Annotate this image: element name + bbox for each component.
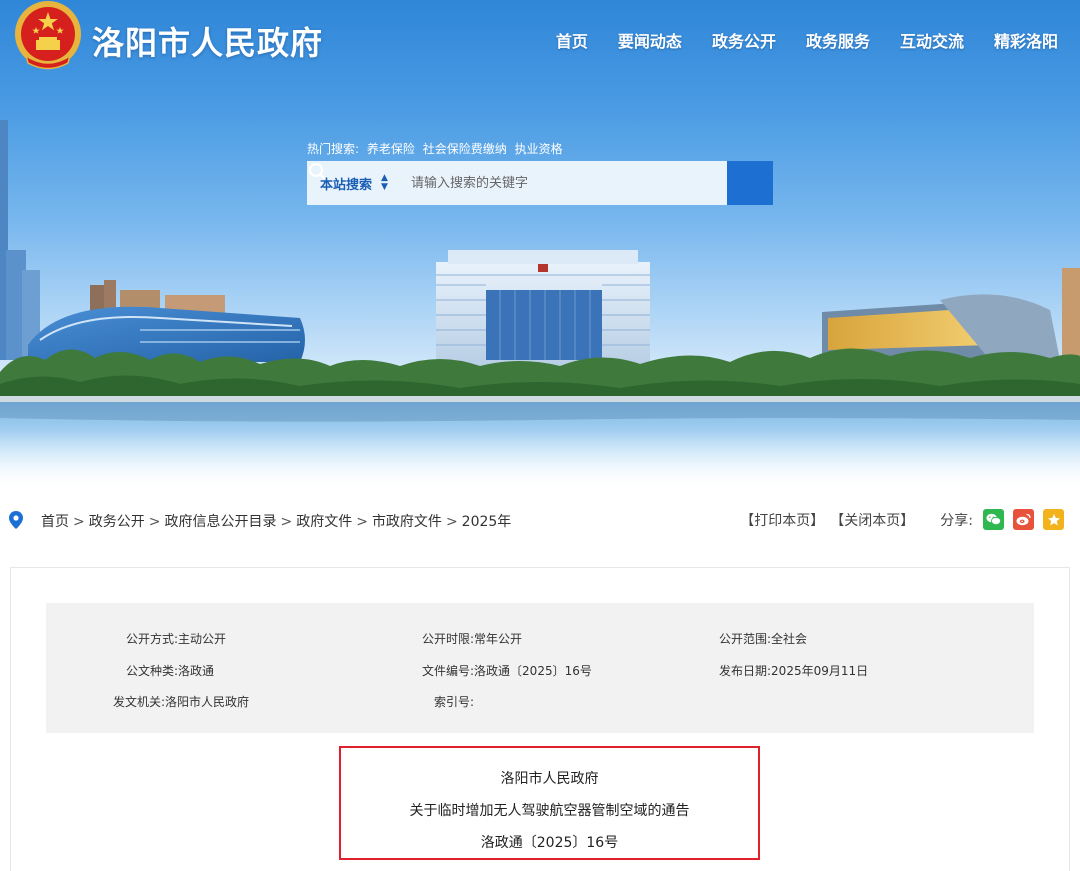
share-label: 分享:	[940, 512, 973, 529]
nav-item-luoyang[interactable]: 精彩洛阳	[994, 28, 1058, 52]
breadcrumb-item[interactable]: 政府文件	[296, 514, 352, 530]
hot-search-item[interactable]: 社会保险费缴纳	[423, 142, 507, 156]
breadcrumb-item-current[interactable]: 2025年	[462, 514, 512, 530]
breadcrumb-separator: >	[280, 514, 293, 530]
share-favorite-button[interactable]	[1043, 509, 1064, 530]
nav-item-gov-affairs[interactable]: 政务公开	[712, 28, 776, 52]
breadcrumb: 首页 > 政务公开 > 政府信息公开目录 > 政府文件 > 市政府文件 >2025年	[41, 511, 511, 531]
page: 洛阳市人民政府 首页 要闻动态 政务公开 政务服务 互动交流 精彩洛阳 热门搜索…	[0, 0, 1080, 871]
search-bar: 本站搜索 ▲ ▼	[307, 161, 773, 205]
page-tools: 【打印本页】 【关闭本页】 分享:	[740, 509, 1064, 530]
hot-search-item[interactable]: 养老保险	[367, 142, 415, 156]
print-page-button[interactable]: 【打印本页】	[740, 510, 824, 530]
search-scope-label: 本站搜索	[320, 177, 373, 193]
hot-search-item[interactable]: 执业资格	[515, 142, 563, 156]
hero-banner: 洛阳市人民政府 首页 要闻动态 政务公开 政务服务 互动交流 精彩洛阳 热门搜索…	[0, 0, 1080, 490]
meta-disclosure-scope: 公开范围:全社会	[719, 632, 808, 646]
nav-item-home[interactable]: 首页	[556, 28, 588, 52]
document-meta-table: 公开方式:主动公开 公开时限:常年公开 公开范围:全社会 公文种类:洛政通 文件…	[46, 603, 1034, 733]
nav-item-news[interactable]: 要闻动态	[618, 28, 682, 52]
meta-disclosure-method: 公开方式:主动公开	[126, 632, 227, 646]
breadcrumb-separator: >	[356, 514, 368, 530]
close-page-button[interactable]: 【关闭本页】	[830, 510, 914, 530]
sort-caret-icon: ▲ ▼	[381, 173, 388, 192]
breadcrumb-separator: >	[73, 514, 85, 530]
city-skyline-illustration	[0, 120, 1080, 490]
meta-disclosure-period: 公开时限:常年公开	[422, 632, 523, 646]
national-emblem-logo[interactable]	[12, 0, 84, 74]
document-title: 关于临时增加无人驾驶航空器管制空域的通告	[409, 803, 690, 819]
meta-index-number: 索引号:	[434, 695, 475, 709]
share-wechat-button[interactable]	[983, 509, 1004, 530]
nav-item-gov-services[interactable]: 政务服务	[806, 28, 870, 52]
breadcrumb-item[interactable]: 市政府文件	[372, 514, 442, 530]
search-input[interactable]	[405, 161, 727, 205]
document-number: 洛政通〔2025〕16号	[480, 835, 619, 851]
breadcrumb-bar: 首页 > 政务公开 > 政府信息公开目录 > 政府文件 > 市政府文件 >2025年 【打印本页】…	[0, 500, 1080, 540]
location-pin-icon	[9, 511, 23, 529]
breadcrumb-separator: >	[148, 514, 161, 530]
document-issuer: 洛阳市人民政府	[500, 771, 599, 787]
search-icon	[308, 162, 326, 180]
meta-document-number: 文件编号:洛政通〔2025〕16号	[422, 664, 592, 678]
meta-issuing-authority: 发文机关:洛阳市人民政府	[113, 695, 250, 709]
share-weibo-button[interactable]	[1013, 509, 1034, 530]
site-title[interactable]: 洛阳市人民政府	[92, 18, 323, 64]
meta-document-type: 公文种类:洛政通	[126, 664, 215, 678]
breadcrumb-separator: >	[445, 514, 458, 530]
main-nav: 首页 要闻动态 政务公开 政务服务 互动交流 精彩洛阳	[526, 28, 1058, 52]
meta-publish-date: 发布日期:2025年09月11日	[719, 664, 869, 678]
breadcrumb-item[interactable]: 政务公开	[89, 514, 145, 530]
emblem-icon	[15, 1, 81, 70]
hot-search: 热门搜索: 养老保险 社会保险费缴纳 执业资格	[307, 140, 567, 157]
document-title-box: 洛阳市人民政府 关于临时增加无人驾驶航空器管制空域的通告 洛政通〔2025〕16…	[339, 746, 760, 860]
hot-search-label: 热门搜索:	[307, 142, 360, 156]
star-icon	[1047, 513, 1060, 525]
breadcrumb-item[interactable]: 首页	[41, 514, 69, 530]
search-button[interactable]	[308, 161, 773, 205]
weibo-icon	[1016, 513, 1031, 526]
breadcrumb-item[interactable]: 政府信息公开目录	[164, 514, 276, 530]
nav-item-interaction[interactable]: 互动交流	[900, 28, 964, 52]
wechat-icon	[986, 513, 1001, 526]
